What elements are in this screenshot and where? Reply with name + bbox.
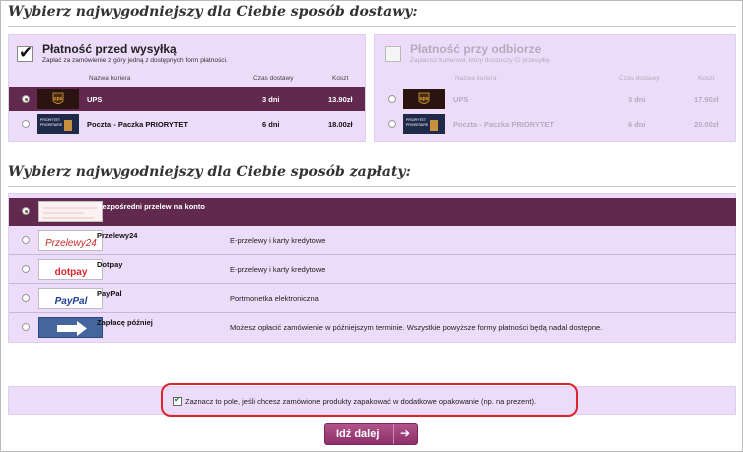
delivery-radio[interactable] bbox=[388, 120, 396, 128]
prepaid-panel: Płatność przed wysyłką Zapłać za zamówie… bbox=[8, 34, 366, 142]
delivery-cost: 17.90zł bbox=[694, 95, 719, 104]
col-courier: Nazwa kuriera bbox=[455, 75, 497, 82]
payment-radio[interactable] bbox=[22, 236, 30, 244]
payment-desc: Portmonetka elektroniczna bbox=[230, 294, 319, 303]
courier-name: UPS bbox=[453, 95, 469, 104]
cod-subtitle: Zapłacisz kurierowi, który dostarczy Ci … bbox=[410, 57, 550, 64]
przelewy24-logo: Przelewy24 bbox=[38, 230, 103, 251]
poczta-priorytet-logo: PRIORYTET PRIORITAIRE bbox=[37, 114, 79, 134]
payment-row-paypal[interactable]: PayPal PayPal Portmonetka elektroniczna bbox=[9, 285, 736, 313]
svg-text:dotpay: dotpay bbox=[55, 267, 88, 278]
payment-row-przelewy24[interactable]: Przelewy24 Przelewy24 E-przelewy i karty… bbox=[9, 227, 736, 255]
delivery-row-ups[interactable]: ups UPS 3 dni 17.90zł bbox=[375, 87, 735, 111]
payment-row-dotpay[interactable]: dotpay Dotpay E-przelewy i karty kredyto… bbox=[9, 256, 736, 284]
payment-name: Dotpay bbox=[97, 260, 123, 269]
payment-radio[interactable] bbox=[22, 294, 30, 302]
svg-text:PRIORITAIRE: PRIORITAIRE bbox=[406, 123, 429, 127]
delivery-radio[interactable] bbox=[388, 95, 396, 103]
divider bbox=[8, 186, 736, 187]
divider bbox=[8, 26, 736, 27]
svg-text:PRIORYTET: PRIORYTET bbox=[40, 118, 61, 122]
prepaid-subtitle: Zapłać za zamówienie z góry jedną z dost… bbox=[42, 57, 228, 64]
prepaid-title: Płatność przed wysyłką bbox=[42, 42, 177, 56]
delivery-time: 6 dni bbox=[628, 120, 646, 129]
col-courier: Nazwa kuriera bbox=[89, 75, 131, 82]
payment-name: Przelewy24 bbox=[97, 231, 138, 240]
delivery-row-ups[interactable]: ups UPS 3 dni 13.90zł bbox=[9, 87, 365, 111]
arrow-right-icon: ➔ bbox=[400, 426, 411, 440]
svg-text:Przelewy24: Przelewy24 bbox=[45, 238, 97, 249]
payment-heading: Wybierz najwygodniejszy dla Ciebie sposó… bbox=[8, 164, 411, 180]
courier-name: Poczta - Paczka PRIORYTET bbox=[453, 120, 555, 129]
button-separator bbox=[393, 424, 394, 444]
payment-row-bank-transfer[interactable]: Bezpośredni przelew na konto bbox=[9, 198, 736, 226]
delivery-radio[interactable] bbox=[22, 95, 30, 103]
arrow-icon bbox=[38, 317, 103, 338]
col-cost: Koszt bbox=[332, 75, 349, 82]
prepaid-checkbox[interactable] bbox=[17, 43, 33, 63]
svg-text:ups: ups bbox=[54, 96, 63, 102]
delivery-row-poczta[interactable]: PRIORYTET PRIORITAIRE Poczta - Paczka PRI… bbox=[375, 112, 735, 136]
ups-logo: ups bbox=[37, 89, 79, 109]
bank-transfer-logo bbox=[38, 201, 103, 222]
delivery-row-poczta[interactable]: PRIORYTET PRIORITAIRE Poczta - Paczka PRI… bbox=[9, 112, 365, 136]
payment-name: Bezpośredni przelew na konto bbox=[97, 202, 205, 211]
delivery-radio[interactable] bbox=[22, 120, 30, 128]
payment-desc: E-przelewy i karty kredytowe bbox=[230, 236, 326, 245]
delivery-cost: 20.00zł bbox=[694, 120, 719, 129]
courier-name: Poczta - Paczka PRIORYTET bbox=[87, 120, 189, 129]
next-button-label: Idź dalej bbox=[336, 428, 380, 440]
svg-text:PRIORYTET: PRIORYTET bbox=[406, 118, 427, 122]
delivery-cost: 18.00zł bbox=[328, 120, 353, 129]
cod-panel: Płatność przy odbiorze Zapłacisz kuriero… bbox=[374, 34, 736, 142]
courier-name: UPS bbox=[87, 95, 103, 104]
payment-row-pay-later[interactable]: Zapłacę później Możesz opłacić zamówieni… bbox=[9, 314, 736, 342]
delivery-cost: 13.90zł bbox=[328, 95, 353, 104]
cod-checkbox[interactable] bbox=[385, 46, 401, 62]
delivery-time: 3 dni bbox=[628, 95, 646, 104]
ups-logo: ups bbox=[403, 89, 445, 109]
svg-text:ups: ups bbox=[420, 96, 429, 102]
paypal-logo: PayPal bbox=[38, 288, 103, 309]
poczta-priorytet-logo: PRIORYTET PRIORITAIRE bbox=[403, 114, 445, 134]
payment-radio[interactable] bbox=[22, 323, 30, 331]
delivery-time: 3 dni bbox=[262, 95, 280, 104]
payment-name: PayPal bbox=[97, 289, 122, 298]
col-time: Czas dostawy bbox=[253, 75, 294, 82]
cod-title: Płatność przy odbiorze bbox=[410, 42, 542, 56]
payment-radio[interactable] bbox=[22, 265, 30, 273]
payment-radio[interactable] bbox=[22, 207, 30, 215]
dotpay-logo: dotpay bbox=[38, 259, 103, 280]
col-time: Czas dostawy bbox=[619, 75, 660, 82]
payment-name: Zapłacę później bbox=[97, 318, 153, 327]
svg-text:PayPal: PayPal bbox=[55, 296, 88, 307]
highlight-outline bbox=[161, 383, 578, 417]
col-cost: Koszt bbox=[698, 75, 715, 82]
next-button[interactable]: Idź dalej ➔ bbox=[324, 423, 418, 445]
svg-text:PRIORITAIRE: PRIORITAIRE bbox=[40, 123, 63, 127]
payment-desc: Możesz opłacić zamówienie w późniejszym … bbox=[230, 323, 603, 332]
delivery-heading: Wybierz najwygodniejszy dla Ciebie sposó… bbox=[8, 4, 418, 20]
payment-desc: E-przelewy i karty kredytowe bbox=[230, 265, 326, 274]
delivery-time: 6 dni bbox=[262, 120, 280, 129]
